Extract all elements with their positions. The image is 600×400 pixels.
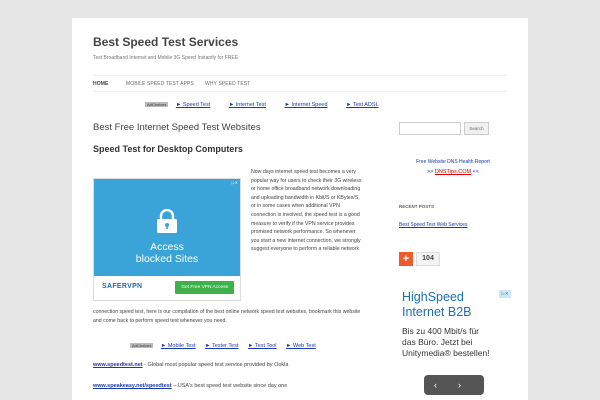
next-arrow-icon[interactable]: ›	[458, 380, 461, 390]
nav-item-why-speed-test[interactable]: WHY SPEED TEST	[205, 81, 250, 87]
ad-choices-icon[interactable]: ▷✕	[499, 290, 511, 298]
section-heading: Speed Test for Desktop Computers	[93, 144, 243, 154]
search-button[interactable]: Search	[464, 122, 489, 135]
ad-headline: Access blocked Sites	[135, 241, 199, 265]
dnstips-link[interactable]: DNSTips.COM	[435, 169, 471, 175]
post-title: Best Free Internet Speed Test Websites	[93, 122, 261, 133]
search-input[interactable]	[399, 122, 461, 135]
intro-paragraph: Now days internet speed test becomes a v…	[251, 169, 362, 253]
page-container: Best Speed Test Services Test Broadband …	[72, 18, 528, 400]
ad-carousel-nav: ‹ ›	[424, 375, 484, 395]
speedtest-link[interactable]: www.speedtest.net	[93, 362, 143, 368]
vpn-ad-banner[interactable]: ▷✕ Access blocked Sites SAFERVPN Get Fre…	[93, 178, 241, 301]
intro-paragraph-continued: connection speed test, here is our compi…	[93, 309, 361, 324]
share-plus-button[interactable]: +	[399, 252, 413, 266]
share-count: 104	[416, 252, 440, 266]
ad-link-internet-test[interactable]: ► Internet Test	[229, 102, 266, 108]
list-item: www.speedtest.net - Global most popular …	[93, 362, 289, 368]
speakeasy-link[interactable]: www.speakeasy.net/speedtest	[93, 383, 172, 389]
ad-link-tester-test[interactable]: ► Tester Test	[205, 343, 238, 349]
ad-links-top: AdChoices ► Speed Test ► Internet Test ►…	[145, 102, 396, 108]
sidebar-ad-headline: HighSpeed Internet B2B	[402, 290, 472, 319]
main-nav: HOME MOBILE SPEED TEST APPS WHY SPEED TE…	[93, 75, 507, 92]
adchoices-badge[interactable]: AdChoices	[130, 343, 154, 349]
list-item: www.speakeasy.net/speedtest – USA's best…	[93, 383, 288, 389]
nav-item-home[interactable]: HOME	[93, 81, 108, 87]
ad-link-mobile-test[interactable]: ► Mobile Test	[161, 343, 196, 349]
lock-icon	[157, 209, 177, 233]
prev-arrow-icon[interactable]: ‹	[434, 380, 437, 390]
site-title[interactable]: Best Speed Test Services	[93, 35, 238, 49]
nav-item-mobile-speed-test-apps[interactable]: MOBILE SPEED TEST APPS	[126, 81, 194, 87]
dns-report-title: Free Website DNS Health Report	[416, 159, 490, 165]
safervpn-logo: SAFERVPN	[102, 283, 143, 290]
ad-footer: SAFERVPN Get Free VPN Access	[94, 276, 240, 300]
dns-report-line: >> DNSTips.COM <<	[426, 169, 480, 175]
ad-links-bottom: AdChoices ► Mobile Test ► Tester Test ► …	[130, 343, 324, 349]
ad-link-speed-test[interactable]: ► Speed Test	[176, 102, 210, 108]
ad-link-test-tool[interactable]: ► Test Tool	[248, 343, 276, 349]
ad-link-test-adsl[interactable]: ► Test ADSL	[346, 102, 379, 108]
get-free-vpn-button[interactable]: Get Free VPN Access	[175, 281, 234, 294]
recent-post-link[interactable]: Best Speed Test Web Services	[399, 222, 467, 228]
site-description: Test Broadband Internet and Mobile 3G Sp…	[93, 55, 239, 61]
ad-link-internet-speed[interactable]: ► Internet Speed	[284, 102, 327, 108]
ad-link-web-test[interactable]: ► Web Test	[286, 343, 316, 349]
ad-choices-icon[interactable]: ▷✕	[232, 180, 238, 185]
adchoices-badge[interactable]: AdChoices	[145, 102, 169, 108]
recent-posts-heading: RECENT POSTS	[399, 204, 435, 209]
sidebar-ad-body: Bis zu 400 Mbit/s für das Büro. Jetzt be…	[402, 326, 490, 358]
